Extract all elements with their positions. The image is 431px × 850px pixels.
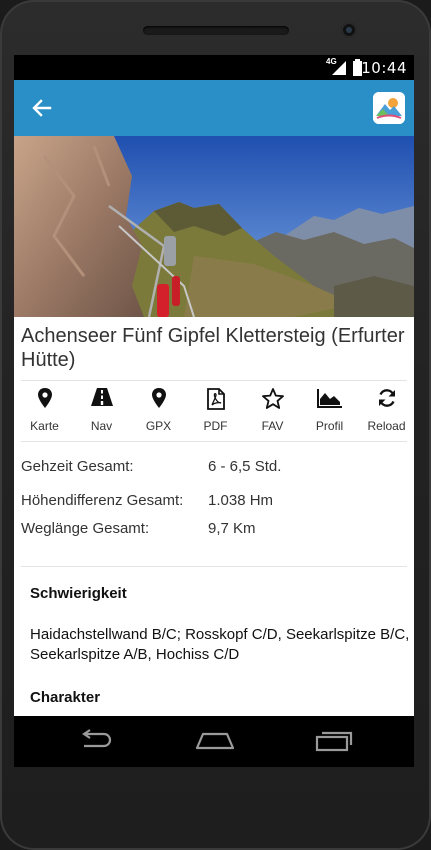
system-nav-bar: [14, 716, 414, 767]
nav-back-button[interactable]: [78, 728, 114, 757]
road-icon: [90, 388, 113, 406]
route-title: Achenseer Fünf Gipfel Klettersteig (Erfu…: [21, 325, 405, 371]
nav-back-icon: [82, 729, 112, 748]
signal-icon: [332, 61, 346, 75]
action-label: PDF: [203, 419, 228, 433]
stat-label: Höhendifferenz Gesamt:: [21, 492, 184, 509]
hero-image: [14, 136, 414, 318]
app-bar: [14, 80, 414, 136]
action-label: GPX: [145, 419, 172, 433]
action-gpx[interactable]: GPX: [130, 382, 187, 442]
action-label: Profil: [315, 419, 344, 433]
nav-home-button[interactable]: [195, 728, 235, 757]
status-bar: 4G 10:44: [14, 55, 414, 80]
star-icon: [261, 388, 284, 409]
app-logo-icon: [373, 92, 405, 124]
pdf-file-icon: [206, 388, 225, 410]
action-reload[interactable]: Reload: [358, 382, 414, 442]
map-pin-icon: [151, 388, 166, 408]
action-label: Reload: [367, 419, 406, 433]
divider: [21, 566, 407, 567]
stat-value: 1.038 Hm: [208, 492, 274, 509]
action-bar: Karte Nav GPX PDF FAV Profil Reload: [14, 382, 414, 442]
divider: [21, 441, 407, 442]
action-karte[interactable]: Karte: [16, 382, 73, 442]
action-profil[interactable]: Profil: [301, 382, 358, 442]
divider: [21, 380, 407, 381]
action-pdf[interactable]: PDF: [187, 382, 244, 442]
screen: 4G 10:44 Achenseer Fünf Gipfel Kletterst…: [14, 55, 414, 767]
area-chart-icon: [316, 389, 342, 408]
nav-recents-button[interactable]: [315, 728, 353, 757]
action-fav[interactable]: FAV: [244, 382, 301, 442]
action-label: Nav: [90, 419, 113, 433]
section-title-difficulty: Schwierigkeit: [30, 585, 127, 602]
action-nav[interactable]: Nav: [73, 382, 130, 442]
front-camera: [341, 22, 357, 38]
speaker-grill: [143, 26, 289, 35]
climbing-ridge-photo: [14, 136, 414, 318]
action-label: Karte: [30, 419, 59, 433]
status-icons: 4G: [326, 57, 366, 76]
back-button[interactable]: [26, 92, 58, 124]
action-label: FAV: [261, 419, 284, 433]
status-time: 10:44: [361, 59, 407, 77]
arrow-left-icon: [32, 99, 52, 117]
nav-home-icon: [195, 732, 235, 750]
stat-value: 9,7 Km: [208, 520, 256, 537]
stat-label: Gehzeit Gesamt:: [21, 458, 134, 475]
device-frame: 4G 10:44 Achenseer Fünf Gipfel Kletterst…: [0, 0, 431, 850]
section-title-character: Charakter: [30, 689, 101, 706]
refresh-icon: [378, 389, 395, 407]
stat-value: 6 - 6,5 Std.: [208, 458, 282, 475]
nav-recents-icon: [315, 731, 353, 752]
app-logo[interactable]: [373, 92, 405, 124]
map-pin-icon: [37, 388, 52, 408]
stat-label: Weglänge Gesamt:: [21, 520, 150, 537]
section-text-difficulty: Haidachstellwand B/C; Rosskopf C/D, Seek…: [30, 626, 410, 663]
